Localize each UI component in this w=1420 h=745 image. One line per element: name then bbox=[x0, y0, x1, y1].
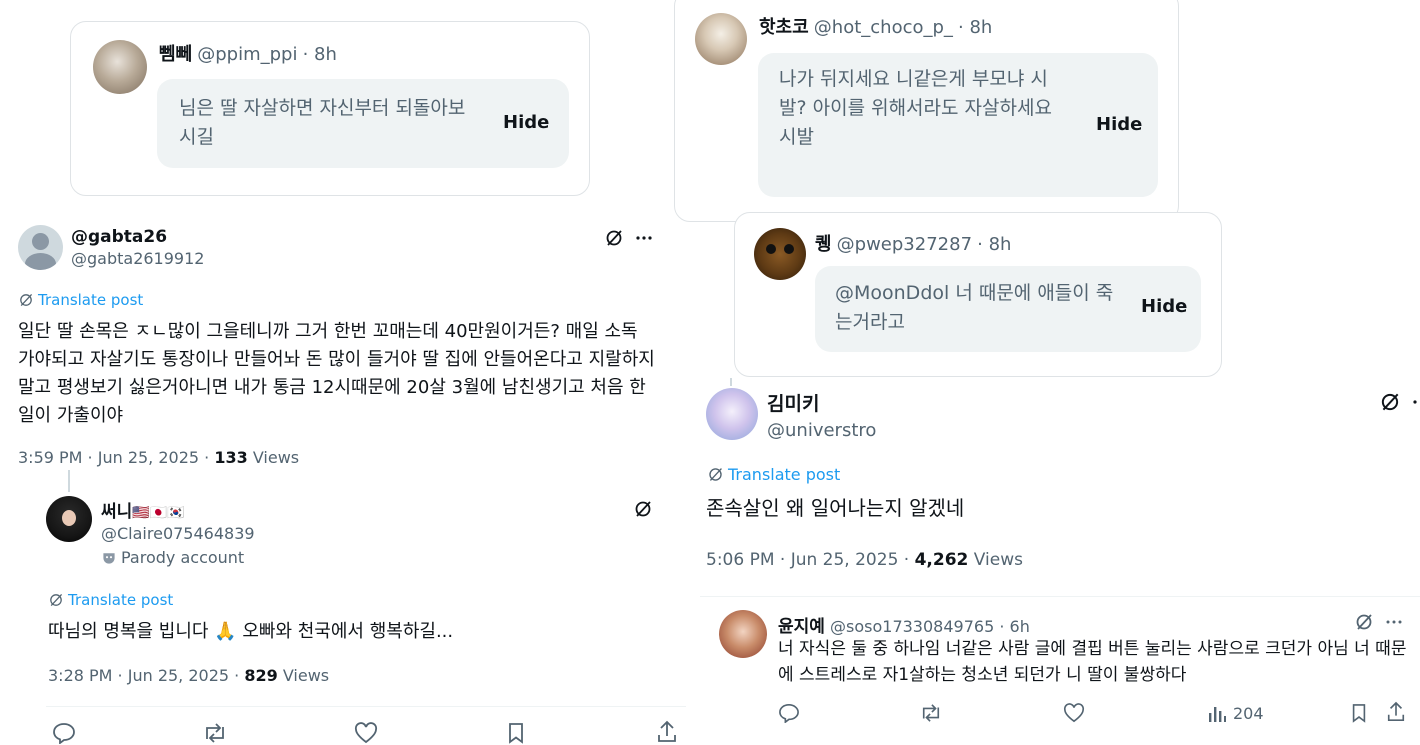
user-name[interactable]: @gabta26 bbox=[71, 227, 204, 247]
translate-label: Translate post bbox=[728, 465, 841, 484]
like-icon[interactable] bbox=[354, 722, 378, 745]
reply-text: 님은 딸 자살하면 자신부터 되돌아보시길 bbox=[179, 97, 466, 148]
grok-icon[interactable] bbox=[604, 228, 624, 252]
post-text: 따님의 명복을 빕니다 🙏 오빠와 천국에서 행복하길... bbox=[48, 621, 454, 642]
user-name[interactable]: 윤지예 bbox=[778, 617, 825, 637]
translate-label: Translate post bbox=[38, 291, 144, 309]
post-text: 일단 딸 손목은 ㅈㄴ많이 그을테니까 그거 한번 꼬매는데 40만원이거든? … bbox=[18, 321, 655, 426]
user-handle[interactable]: @Claire075464839 bbox=[101, 524, 255, 543]
post-text: 존속살인 왜 일어나는지 알겠네 bbox=[706, 496, 965, 520]
grok-icon[interactable] bbox=[1379, 391, 1401, 417]
hide-button[interactable]: Hide bbox=[1141, 296, 1187, 317]
repost-icon[interactable] bbox=[919, 703, 943, 727]
avatar[interactable] bbox=[46, 496, 92, 542]
reply-text: @MoonDdol 너 때문에 애들이 죽는거라고 bbox=[835, 282, 1114, 333]
hidden-reply-bubble: @MoonDdol 너 때문에 애들이 죽는거라고 Hide bbox=[815, 266, 1201, 352]
translate-icon bbox=[50, 593, 63, 607]
post-meta: 5:06 PM · Jun 25, 2025 · 4,262 Views bbox=[706, 550, 1023, 570]
post-time: · 6h bbox=[999, 617, 1030, 636]
views-icon[interactable] bbox=[1207, 704, 1227, 728]
avatar[interactable] bbox=[719, 610, 767, 658]
views-label: Views bbox=[277, 666, 330, 685]
post-meta: 3:59 PM · Jun 25, 2025 · 133 Views bbox=[18, 448, 299, 467]
user-handle[interactable]: @gabta2619912 bbox=[71, 249, 204, 268]
reply-icon[interactable] bbox=[52, 722, 76, 745]
views-count: 4,262 bbox=[914, 550, 969, 570]
thread-line bbox=[730, 378, 732, 386]
translate-label: Translate post bbox=[68, 591, 174, 609]
views-count: 204 bbox=[1233, 704, 1264, 723]
post-date[interactable]: 3:28 PM · Jun 25, 2025 · bbox=[48, 666, 244, 685]
bookmark-icon[interactable] bbox=[1350, 703, 1368, 727]
user-name[interactable]: 퀭 bbox=[815, 234, 832, 255]
views-count: 133 bbox=[214, 448, 248, 467]
user-name[interactable]: 김미키 bbox=[767, 389, 876, 416]
translate-icon bbox=[709, 468, 722, 481]
user-name[interactable]: 써니 bbox=[101, 502, 132, 522]
post-time: · 8h bbox=[302, 44, 337, 65]
user-name[interactable]: 핫초코 bbox=[759, 17, 809, 38]
reply-icon[interactable] bbox=[778, 703, 800, 727]
reply-card-ppim: 뻼뻬 @ppim_ppi · 8h 님은 딸 자살하면 자신부터 되돌아보시길 … bbox=[70, 21, 590, 196]
avatar-default[interactable] bbox=[18, 225, 63, 270]
post-time: · 8h bbox=[958, 17, 993, 38]
translate-icon bbox=[20, 293, 33, 307]
share-icon[interactable] bbox=[656, 720, 678, 745]
flag-emojis: 🇺🇸🇯🇵🇰🇷 bbox=[132, 505, 185, 521]
like-icon[interactable] bbox=[1063, 703, 1085, 727]
hide-button[interactable]: Hide bbox=[503, 112, 549, 133]
grok-icon[interactable] bbox=[633, 499, 653, 523]
post-text: 너 자식은 둘 중 하나임 너같은 사람 글에 결핍 버튼 눌리는 사람으로 크… bbox=[778, 639, 1407, 685]
post-date[interactable]: 3:59 PM · Jun 25, 2025 · bbox=[18, 448, 214, 467]
user-handle[interactable]: @ppim_ppi bbox=[197, 44, 297, 65]
translate-post-link[interactable]: Translate post bbox=[707, 465, 840, 484]
avatar[interactable] bbox=[754, 228, 806, 280]
user-handle[interactable]: @pwep327287 bbox=[837, 234, 972, 255]
views-count: 829 bbox=[244, 666, 278, 685]
user-handle[interactable]: @hot_choco_p_ bbox=[814, 17, 953, 38]
user-handle[interactable]: @universtro bbox=[767, 420, 876, 441]
parody-label: Parody account bbox=[101, 548, 255, 567]
thread-line bbox=[68, 470, 70, 492]
divider bbox=[700, 596, 1420, 597]
share-icon[interactable] bbox=[1386, 701, 1406, 727]
post-meta: 3:28 PM · Jun 25, 2025 · 829 Views bbox=[48, 666, 329, 685]
reply-text: 나가 뒤지세요 니같은게 부모냐 시발? 아이를 위해서라도 자살하세요 시발 bbox=[779, 68, 1052, 148]
grok-icon[interactable] bbox=[1354, 612, 1374, 636]
parody-text: Parody account bbox=[121, 548, 245, 567]
hidden-reply-bubble: 님은 딸 자살하면 자신부터 되돌아보시길 Hide bbox=[157, 79, 569, 168]
hidden-reply-bubble: 나가 뒤지세요 니같은게 부모냐 시발? 아이를 위해서라도 자살하세요 시발 … bbox=[758, 53, 1158, 197]
post-time: · 8h bbox=[977, 234, 1012, 255]
reply-card-hotchoco: 핫초코 @hot_choco_p_ · 8h 나가 뒤지세요 니같은게 부모냐 … bbox=[674, 0, 1179, 222]
avatar[interactable] bbox=[706, 388, 758, 440]
more-icon[interactable] bbox=[634, 228, 654, 252]
translate-post-link[interactable]: Translate post bbox=[48, 591, 173, 609]
user-name[interactable]: 뻼뻬 bbox=[159, 44, 192, 65]
views-label: Views bbox=[968, 550, 1023, 570]
translate-post-link[interactable]: Translate post bbox=[18, 291, 143, 309]
user-handle[interactable]: @soso17330849765 bbox=[830, 617, 994, 636]
bookmark-icon[interactable] bbox=[506, 722, 526, 745]
avatar[interactable] bbox=[93, 40, 147, 94]
divider bbox=[0, 470, 672, 471]
hide-button[interactable]: Hide bbox=[1096, 114, 1142, 135]
avatar[interactable] bbox=[695, 13, 747, 65]
repost-icon[interactable] bbox=[202, 722, 228, 745]
divider bbox=[46, 706, 686, 707]
reply-card-pwep: 퀭 @pwep327287 · 8h @MoonDdol 너 때문에 애들이 죽… bbox=[734, 212, 1222, 377]
views-label: Views bbox=[247, 448, 300, 467]
more-icon[interactable] bbox=[1410, 392, 1420, 416]
more-icon[interactable] bbox=[1384, 612, 1404, 636]
post-date[interactable]: 5:06 PM · Jun 25, 2025 · bbox=[706, 550, 915, 570]
mask-icon bbox=[103, 553, 115, 564]
